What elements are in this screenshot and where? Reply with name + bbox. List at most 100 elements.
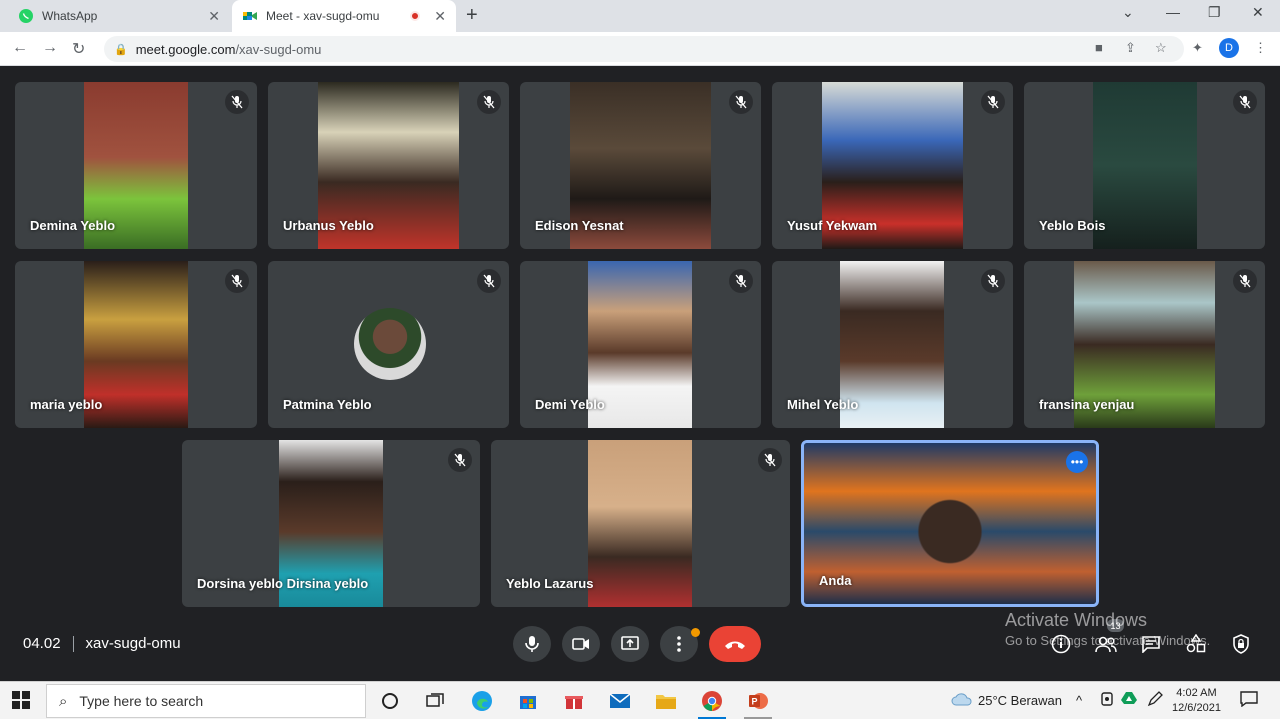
system-clock[interactable]: 4:02 AM 12/6/2021 — [1172, 686, 1221, 716]
tab-title: WhatsApp — [42, 9, 98, 23]
camera-button[interactable] — [562, 626, 600, 662]
present-screen-icon — [621, 636, 639, 650]
participant-tile[interactable]: Patmina Yeblo — [268, 261, 509, 428]
clock-date: 12/6/2021 — [1172, 702, 1221, 714]
tab-whatsapp[interactable]: WhatsApp ✕ — [8, 0, 230, 32]
participant-video — [1093, 82, 1197, 249]
meeting-info: 04.02 xav-sugd-omu — [23, 635, 181, 652]
bookmark-star-icon[interactable]: ☆ — [1155, 40, 1167, 56]
clock-time: 4:02 AM — [1176, 687, 1217, 699]
address-toolbar: ← → ↻ 🔒 meet.google.com/xav-sugd-omu ■ ⇪… — [0, 32, 1280, 66]
weather-text[interactable]: 25°C Berawan — [978, 693, 1062, 708]
microphone-button[interactable] — [513, 626, 551, 662]
gift-app-icon[interactable] — [562, 689, 586, 713]
notifications-icon[interactable] — [1240, 691, 1258, 710]
url-host: meet.google.com — [135, 41, 236, 57]
share-icon[interactable]: ⇪ — [1125, 40, 1136, 56]
participant-tile[interactable]: Mihel Yeblo — [772, 261, 1013, 428]
search-placeholder: Type here to search — [79, 693, 204, 709]
participant-tile[interactable]: Demina Yeblo — [15, 82, 257, 249]
notification-dot — [691, 628, 700, 637]
participant-tile[interactable]: Dorsina yeblo Dirsina yeblo — [182, 440, 480, 607]
taskbar-search-box[interactable]: ⌕ Type here to search — [46, 684, 366, 718]
participant-name: Mihel Yeblo — [787, 397, 859, 412]
pen-icon[interactable] — [1147, 691, 1163, 710]
mic-off-icon — [225, 90, 249, 114]
tab-meet[interactable]: Meet - xav-sugd-omu ✕ — [232, 0, 456, 32]
participant-tile[interactable]: fransina yenjau — [1024, 261, 1265, 428]
back-arrow-icon[interactable]: ← — [12, 39, 28, 57]
participant-tile[interactable]: Yeblo Bois — [1024, 82, 1265, 249]
leave-call-button[interactable] — [709, 626, 761, 662]
mic-off-icon — [729, 90, 753, 114]
participant-tile[interactable]: Demi Yeblo — [520, 261, 761, 428]
microsoft-store-icon[interactable] — [516, 689, 540, 713]
meet-tray-icon[interactable] — [1100, 691, 1114, 710]
self-view-tile[interactable]: ••• Anda — [801, 440, 1099, 607]
url-bar[interactable]: 🔒 meet.google.com/xav-sugd-omu — [104, 36, 1184, 62]
participant-tile[interactable]: Yeblo Lazarus — [491, 440, 790, 607]
participant-name: maria yeblo — [30, 397, 103, 412]
whatsapp-icon — [18, 8, 34, 24]
new-tab-button[interactable]: + — [466, 4, 478, 27]
forward-arrow-icon[interactable]: → — [42, 39, 58, 57]
minimize-icon[interactable]: — — [1166, 4, 1180, 20]
windows-taskbar: ⌕ Type here to search P 25°C Berawan ^ 4… — [0, 681, 1280, 719]
participant-tile[interactable]: maria yeblo — [15, 261, 257, 428]
cortana-icon[interactable] — [378, 689, 402, 713]
divider — [72, 635, 74, 652]
mic-off-icon — [729, 269, 753, 293]
mail-icon[interactable] — [608, 689, 632, 713]
mic-off-icon — [477, 269, 501, 293]
task-view-icon[interactable] — [423, 689, 447, 713]
watermark-title: Activate Windows — [1005, 610, 1148, 630]
participant-name: fransina yenjau — [1039, 397, 1135, 412]
extensions-icon[interactable]: ✦ — [1192, 40, 1203, 56]
participant-name: Yeblo Bois — [1039, 218, 1106, 233]
maximize-icon[interactable]: ❐ — [1208, 4, 1221, 21]
participant-tile[interactable]: Yusuf Yekwam — [772, 82, 1013, 249]
meeting-time: 04.02 — [23, 635, 61, 652]
participant-name: Edison Yesnat — [535, 218, 624, 233]
edge-browser-icon[interactable] — [470, 689, 494, 713]
mic-off-icon — [1233, 269, 1257, 293]
tab-title: Meet - xav-sugd-omu — [266, 9, 380, 23]
reload-icon[interactable]: ↻ — [72, 39, 85, 59]
camera-icon[interactable]: ■ — [1095, 40, 1103, 55]
activate-windows-watermark: Activate Windows Go to Settings to activ… — [1005, 610, 1210, 648]
recording-indicator-icon — [410, 11, 421, 21]
close-icon[interactable]: ✕ — [434, 8, 446, 25]
chevron-up-icon[interactable]: ^ — [1076, 693, 1082, 708]
more-options-icon[interactable]: ••• — [1066, 451, 1088, 473]
lock-icon: 🔒 — [114, 43, 128, 56]
mic-off-icon — [448, 448, 472, 472]
chrome-icon[interactable] — [700, 689, 724, 713]
participant-name: Yusuf Yekwam — [787, 218, 878, 233]
svg-text:P: P — [752, 697, 758, 707]
participant-video — [588, 440, 692, 607]
weather-cloud-icon[interactable] — [950, 691, 972, 710]
url-path: /xav-sugd-omu — [235, 41, 322, 57]
powerpoint-icon[interactable]: P — [746, 689, 770, 713]
windows-start-icon[interactable] — [12, 691, 30, 714]
mic-off-icon — [981, 90, 1005, 114]
menu-icon[interactable]: ⋮ — [1254, 40, 1267, 56]
mic-off-icon — [1233, 90, 1257, 114]
mic-off-icon — [477, 90, 501, 114]
participant-tile[interactable]: Urbanus Yeblo — [268, 82, 509, 249]
present-screen-button[interactable] — [611, 626, 649, 662]
chevron-down-icon[interactable]: ⌄ — [1122, 4, 1134, 21]
mic-off-icon — [981, 269, 1005, 293]
google-drive-icon[interactable] — [1121, 691, 1137, 708]
microphone-icon — [525, 636, 539, 652]
file-explorer-icon[interactable] — [654, 689, 678, 713]
participant-name: Patmina Yeblo — [283, 397, 372, 412]
browser-tab-bar: WhatsApp ✕ Meet - xav-sugd-omu ✕ + ⌄ — ❐… — [0, 0, 1280, 32]
host-controls-button[interactable] — [1229, 632, 1253, 656]
shield-lock-icon — [1233, 634, 1249, 654]
close-icon[interactable]: ✕ — [208, 8, 220, 25]
participant-tile[interactable]: Edison Yesnat — [520, 82, 761, 249]
video-camera-icon — [572, 638, 589, 650]
profile-avatar[interactable]: D — [1219, 38, 1239, 58]
window-close-icon[interactable]: ✕ — [1252, 4, 1264, 21]
